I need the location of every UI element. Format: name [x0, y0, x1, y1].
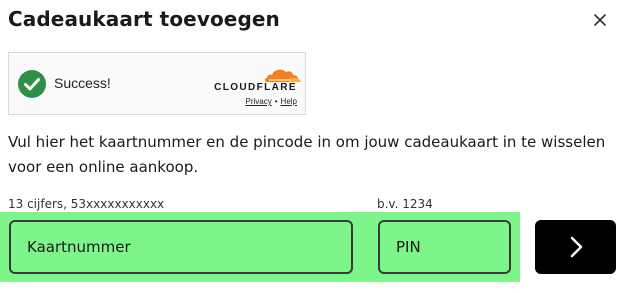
add-gift-card-dialog: Cadeaukaart toevoegen Success! CLOUDFLAR… — [0, 0, 632, 293]
cloudflare-wordmark: CLOUDFLARE — [214, 82, 297, 93]
pin-hint: b.v. 1234 — [377, 197, 433, 211]
success-check-icon — [18, 70, 46, 98]
privacy-link[interactable]: Privacy — [246, 97, 272, 106]
instructions-text: Vul hier het kaartnummer en de pincode i… — [8, 133, 606, 176]
pin-input[interactable] — [378, 220, 511, 274]
help-link[interactable]: Help — [281, 97, 297, 106]
close-icon — [594, 14, 606, 26]
cloudflare-captcha-widget: Success! CLOUDFLARE Privacy • Help — [8, 52, 306, 115]
close-button[interactable] — [588, 8, 612, 32]
card-number-hint: 13 cijfers, 53xxxxxxxxxxx — [8, 197, 165, 211]
submit-button[interactable] — [535, 220, 616, 274]
captcha-status-text: Success! — [54, 75, 111, 91]
cloudflare-links: Privacy • Help — [246, 97, 298, 106]
link-separator: • — [274, 97, 278, 106]
card-number-input[interactable] — [9, 220, 353, 274]
chevron-right-icon — [570, 236, 582, 258]
dialog-title: Cadeaukaart toevoegen — [8, 7, 280, 31]
cloudflare-logo-icon — [264, 69, 301, 82]
